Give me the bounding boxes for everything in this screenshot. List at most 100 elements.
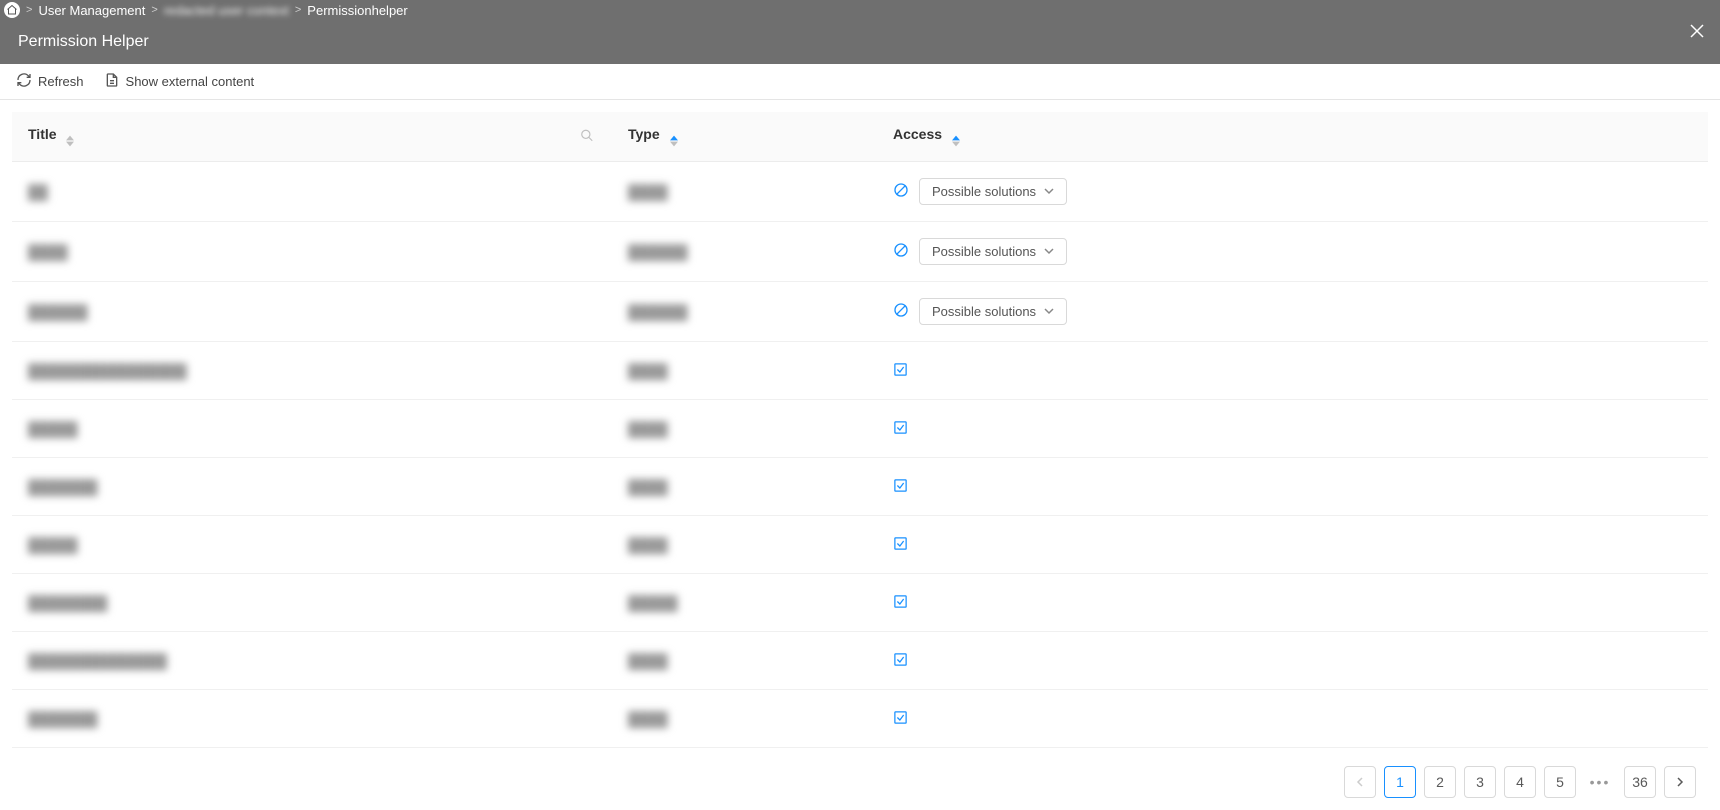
show-external-content-label: Show external content — [126, 74, 255, 89]
column-header-title[interactable]: Title — [12, 112, 612, 162]
table-row: ████████████████████ — [12, 342, 1708, 400]
type-cell: ██████ — [612, 222, 877, 282]
permission-table: Title Type Ac — [12, 112, 1708, 748]
sort-icon[interactable] — [670, 135, 678, 147]
table-row: ███████████ — [12, 690, 1708, 748]
type-cell: ████ — [612, 632, 877, 690]
type-cell: █████ — [612, 574, 877, 632]
title-cell: ███████ — [12, 458, 612, 516]
table-row: ████████████ Possible solutions — [12, 282, 1708, 342]
column-header-type[interactable]: Type — [612, 112, 877, 162]
pagination-page-3[interactable]: 3 — [1464, 766, 1496, 798]
access-denied-icon — [893, 242, 909, 261]
possible-solutions-button[interactable]: Possible solutions — [919, 298, 1067, 325]
title-cell: ██ — [12, 162, 612, 222]
access-cell — [877, 400, 1708, 458]
pagination-page-2[interactable]: 2 — [1424, 766, 1456, 798]
pagination-next[interactable] — [1664, 766, 1696, 798]
type-cell: ████ — [612, 342, 877, 400]
title-cell: ████████████████ — [12, 342, 612, 400]
refresh-label: Refresh — [38, 74, 84, 89]
breadcrumb-item-redacted[interactable]: redacted user context — [164, 3, 289, 18]
pagination: 12345 ••• 36 — [12, 748, 1708, 798]
title-cell: ████ — [12, 222, 612, 282]
pagination-ellipsis[interactable]: ••• — [1584, 766, 1616, 798]
title-row: Permission Helper — [8, 20, 1712, 64]
access-cell — [877, 632, 1708, 690]
possible-solutions-button[interactable]: Possible solutions — [919, 238, 1067, 265]
breadcrumb-item-user-management[interactable]: User Management — [38, 3, 145, 18]
breadcrumb: > User Management > redacted user contex… — [8, 0, 1712, 20]
access-allowed-icon — [893, 362, 908, 380]
access-allowed-icon — [893, 420, 908, 438]
breadcrumb-separator: > — [151, 4, 157, 16]
access-allowed-icon — [893, 594, 908, 612]
table-container: Title Type Ac — [0, 112, 1720, 798]
show-external-content-button[interactable]: Show external content — [104, 72, 255, 91]
document-icon — [104, 72, 120, 91]
title-cell: █████ — [12, 516, 612, 574]
table-row: █████████ — [12, 400, 1708, 458]
pagination-page-5[interactable]: 5 — [1544, 766, 1576, 798]
table-row: ██████████ Possible solutions — [12, 222, 1708, 282]
title-cell: ███████ — [12, 690, 612, 748]
refresh-button[interactable]: Refresh — [16, 72, 84, 91]
access-allowed-icon — [893, 710, 908, 728]
toolbar: Refresh Show external content — [0, 64, 1720, 100]
possible-solutions-label: Possible solutions — [932, 304, 1036, 319]
table-row: ██████████████████ — [12, 632, 1708, 690]
access-cell: Possible solutions — [877, 282, 1708, 342]
access-cell — [877, 516, 1708, 574]
pagination-page-4[interactable]: 4 — [1504, 766, 1536, 798]
pagination-last-page[interactable]: 36 — [1624, 766, 1656, 798]
type-cell: ████ — [612, 400, 877, 458]
pagination-page-1[interactable]: 1 — [1384, 766, 1416, 798]
column-header-type-label: Type — [628, 126, 660, 142]
possible-solutions-button[interactable]: Possible solutions — [919, 178, 1067, 205]
breadcrumb-item-permissionhelper[interactable]: Permissionhelper — [307, 3, 407, 18]
access-cell — [877, 342, 1708, 400]
title-cell: ██████ — [12, 282, 612, 342]
chevron-down-icon — [1044, 184, 1054, 199]
access-cell — [877, 574, 1708, 632]
title-cell: █████ — [12, 400, 612, 458]
type-cell: ████ — [612, 458, 877, 516]
type-cell: ████ — [612, 516, 877, 574]
close-button[interactable] — [1688, 22, 1706, 40]
table-row: ██████ Possible solutions — [12, 162, 1708, 222]
home-icon[interactable] — [4, 2, 20, 18]
breadcrumb-separator: > — [295, 4, 301, 16]
access-cell — [877, 690, 1708, 748]
title-cell: ██████████████ — [12, 632, 612, 690]
sort-icon[interactable] — [952, 135, 960, 147]
pagination-prev[interactable] — [1344, 766, 1376, 798]
chevron-down-icon — [1044, 304, 1054, 319]
page-title: Permission Helper — [18, 33, 149, 51]
breadcrumb-separator: > — [26, 4, 32, 16]
column-header-title-label: Title — [28, 126, 57, 142]
table-row: ███████████ — [12, 458, 1708, 516]
refresh-icon — [16, 72, 32, 91]
type-cell: ██████ — [612, 282, 877, 342]
title-cell: ████████ — [12, 574, 612, 632]
type-cell: ████ — [612, 690, 877, 748]
table-row: █████████████ — [12, 574, 1708, 632]
type-cell: ████ — [612, 162, 877, 222]
search-icon[interactable] — [580, 128, 594, 145]
top-bar: > User Management > redacted user contex… — [0, 0, 1720, 64]
table-row: █████████ — [12, 516, 1708, 574]
sort-icon[interactable] — [66, 135, 74, 147]
column-header-access[interactable]: Access — [877, 112, 1708, 162]
possible-solutions-label: Possible solutions — [932, 184, 1036, 199]
possible-solutions-label: Possible solutions — [932, 244, 1036, 259]
access-denied-icon — [893, 182, 909, 201]
access-cell — [877, 458, 1708, 516]
access-denied-icon — [893, 302, 909, 321]
access-allowed-icon — [893, 652, 908, 670]
access-cell: Possible solutions — [877, 222, 1708, 282]
chevron-down-icon — [1044, 244, 1054, 259]
access-allowed-icon — [893, 478, 908, 496]
access-cell: Possible solutions — [877, 162, 1708, 222]
column-header-access-label: Access — [893, 126, 942, 142]
access-allowed-icon — [893, 536, 908, 554]
